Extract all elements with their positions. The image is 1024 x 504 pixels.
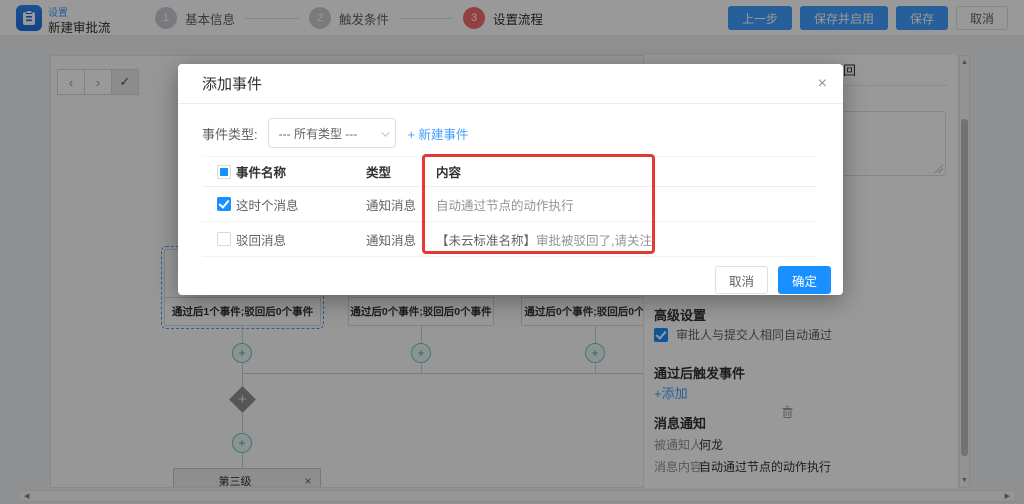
event-name: 这时个消息	[236, 195, 366, 214]
table-row[interactable]: 驳回消息 通知消息 【未云标准名称】审批被驳回了,请关注	[202, 222, 816, 257]
column-header-type: 类型	[366, 162, 436, 181]
event-type-select[interactable]: --- 所有类型 ---	[268, 118, 396, 148]
row-checkbox-unchecked[interactable]	[217, 232, 231, 246]
event-type: 通知消息	[366, 230, 436, 249]
event-type-label: 事件类型:	[202, 124, 258, 143]
event-type-value: --- 所有类型 ---	[279, 125, 358, 142]
event-content: 自动通过节点的动作执行	[436, 195, 816, 214]
event-content-prefix: 【未云标准名称】	[436, 234, 536, 248]
table-row[interactable]: 这时个消息 通知消息 自动通过节点的动作执行	[202, 187, 816, 222]
chevron-down-icon	[381, 128, 389, 136]
table-header-row: 事件名称 类型 内容	[202, 156, 816, 187]
row-checkbox-checked[interactable]	[217, 197, 231, 211]
event-type: 通知消息	[366, 195, 436, 214]
event-type-row: 事件类型: --- 所有类型 --- + 新建事件	[202, 118, 468, 148]
dialog-confirm-button[interactable]: 确定	[778, 266, 831, 294]
new-event-link[interactable]: + 新建事件	[408, 124, 469, 143]
event-content: 【未云标准名称】审批被驳回了,请关注	[436, 230, 816, 249]
select-all-checkbox[interactable]	[217, 165, 231, 179]
add-event-dialog: 添加事件 × 事件类型: --- 所有类型 --- + 新建事件 事件名称 类型…	[178, 64, 843, 295]
dialog-cancel-button[interactable]: 取消	[715, 266, 768, 294]
dialog-header: 添加事件 ×	[178, 64, 843, 104]
column-header-name: 事件名称	[236, 162, 366, 181]
dialog-title: 添加事件	[202, 73, 818, 94]
event-table: 事件名称 类型 内容 这时个消息 通知消息 自动通过节点的动作执行 驳回消息 通…	[202, 156, 816, 257]
close-icon[interactable]: ×	[818, 75, 827, 93]
event-name: 驳回消息	[236, 230, 366, 249]
column-header-content: 内容	[436, 162, 816, 181]
dialog-footer: 取消 确定	[715, 266, 831, 294]
